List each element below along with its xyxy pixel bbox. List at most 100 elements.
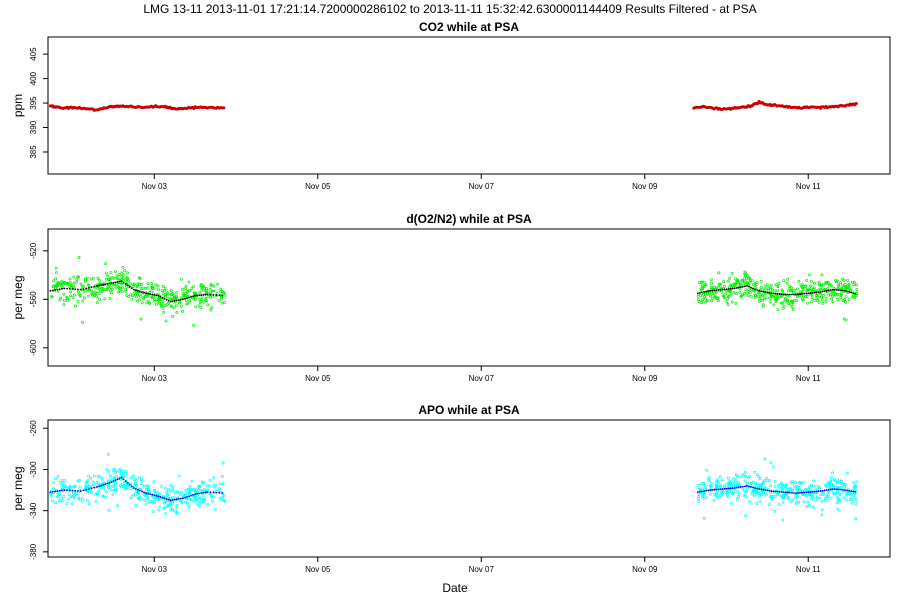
mean-point xyxy=(835,289,838,291)
mean-point xyxy=(770,292,773,295)
data-point xyxy=(98,475,102,479)
data-point xyxy=(134,493,137,497)
mean-point xyxy=(165,498,168,500)
data-point xyxy=(795,500,799,504)
data-point xyxy=(116,277,120,281)
mean-point xyxy=(719,488,722,491)
data-point xyxy=(158,301,161,305)
data-point xyxy=(86,499,89,502)
data-point xyxy=(87,502,91,506)
data-point xyxy=(96,489,100,493)
data-point xyxy=(60,499,64,503)
mean-point xyxy=(756,487,759,490)
data-point xyxy=(126,271,129,275)
data-point xyxy=(768,300,772,304)
mean-point xyxy=(733,287,736,290)
figure-xlabel: Date xyxy=(442,581,468,595)
data-point xyxy=(765,283,769,287)
data-point xyxy=(107,486,110,490)
mean-point xyxy=(797,293,799,296)
data-point xyxy=(813,484,817,488)
mean-point xyxy=(173,498,176,501)
data-point xyxy=(177,474,181,478)
data-point xyxy=(109,478,113,481)
data-point xyxy=(131,285,135,289)
mean-point xyxy=(159,496,162,498)
mean-point xyxy=(112,281,115,284)
data-point xyxy=(61,485,65,489)
data-point xyxy=(180,490,184,494)
data-point xyxy=(144,502,148,506)
y-tick-label: 390 xyxy=(29,120,38,134)
mean-point xyxy=(206,293,209,296)
data-point xyxy=(734,473,738,477)
data-point xyxy=(847,297,851,301)
mean-point xyxy=(171,499,174,501)
mean-point xyxy=(784,293,787,296)
data-point xyxy=(787,302,791,306)
mean-point xyxy=(696,491,699,494)
mean-point xyxy=(703,490,705,492)
data-point xyxy=(734,301,738,305)
data-point xyxy=(197,488,200,492)
data-point xyxy=(123,269,127,273)
mean-point xyxy=(120,476,123,479)
data-point xyxy=(710,299,714,303)
mean-point xyxy=(737,286,740,289)
data-point xyxy=(164,486,168,490)
y-axis-label: per meg xyxy=(11,466,25,510)
data-point xyxy=(138,476,142,480)
data-point xyxy=(161,284,165,288)
mean-point xyxy=(811,291,814,294)
data-point xyxy=(97,278,101,282)
mean-point xyxy=(200,492,203,495)
data-point xyxy=(852,493,856,497)
data-point xyxy=(736,490,740,494)
data-point xyxy=(735,497,739,501)
data-point xyxy=(838,478,842,482)
mean-point xyxy=(100,484,103,487)
data-point xyxy=(730,501,733,505)
panel-title: d(O2/N2) while at PSA xyxy=(406,212,532,226)
data-point xyxy=(208,287,212,291)
data-point xyxy=(92,474,96,478)
data-point xyxy=(62,292,66,296)
data-point xyxy=(776,308,780,311)
mean-point xyxy=(198,492,201,495)
x-tick-label: Nov 07 xyxy=(469,182,495,191)
data-point xyxy=(757,491,761,495)
data-point xyxy=(767,503,771,507)
mean-point xyxy=(713,488,716,491)
data-point xyxy=(71,296,75,300)
mean-point xyxy=(128,483,131,486)
mean-point xyxy=(827,289,830,292)
mean-point xyxy=(799,293,801,295)
mean-point xyxy=(204,293,207,296)
data-point xyxy=(744,514,748,518)
mean-point xyxy=(61,287,63,290)
data-point xyxy=(217,299,221,303)
data-point xyxy=(744,288,748,292)
data-point xyxy=(700,298,704,302)
data-point xyxy=(757,299,761,303)
data-point xyxy=(790,286,793,290)
data-point xyxy=(711,291,715,295)
data-point xyxy=(796,287,799,291)
x-tick-label: Nov 09 xyxy=(632,565,658,574)
data-point xyxy=(129,293,132,297)
panel-title: CO2 while at PSA xyxy=(419,20,519,34)
data-point xyxy=(756,484,760,488)
data-point xyxy=(181,287,184,291)
mean-point xyxy=(701,291,703,294)
data-point xyxy=(817,485,821,488)
mean-point xyxy=(51,490,54,493)
data-point xyxy=(712,499,716,502)
mean-point xyxy=(63,287,66,290)
data-point xyxy=(817,295,821,299)
data-point xyxy=(109,488,113,492)
mean-point xyxy=(108,481,111,484)
data-point xyxy=(726,303,730,306)
mean-point xyxy=(134,289,137,292)
data-point xyxy=(709,294,712,298)
y-tick-label: -260 xyxy=(29,420,38,437)
